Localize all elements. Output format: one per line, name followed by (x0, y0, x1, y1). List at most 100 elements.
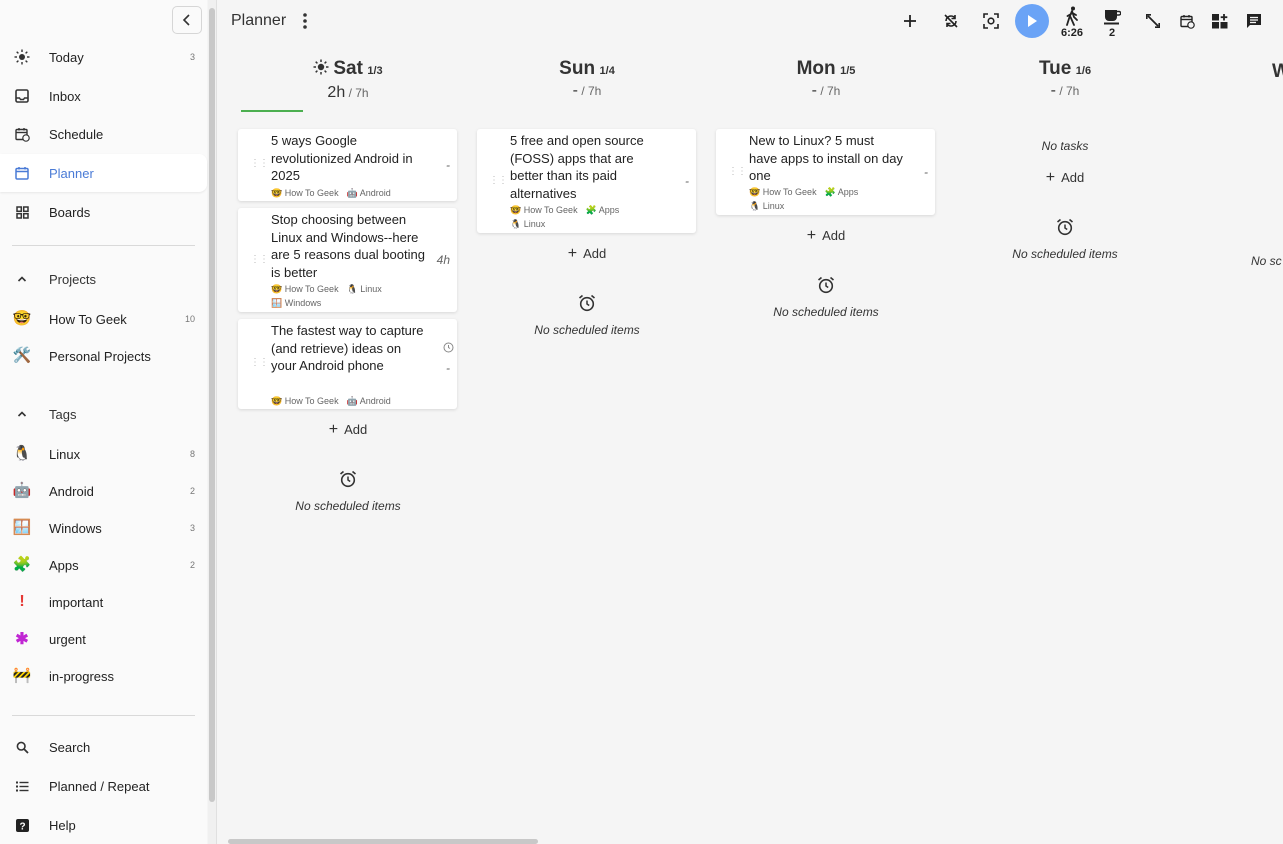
penguin-icon: 🐧 (12, 445, 32, 462)
nav-boards[interactable]: Boards (0, 193, 207, 231)
tag-label: urgent (49, 631, 86, 647)
drag-handle-icon[interactable]: ⋮⋮ (728, 166, 747, 177)
time-total: / 7h (820, 84, 841, 98)
sidebar: Today 3 Inbox Schedule Planner Boards Pr… (0, 0, 207, 844)
task-tags: 🤓 How To Geek 🧩 Apps 🐧 Linux (749, 185, 889, 213)
task-estimate: - (685, 174, 689, 188)
time-done: 2h (327, 84, 346, 101)
schedule-view-button[interactable] (1174, 8, 1200, 34)
calendar-clock-icon (1179, 14, 1195, 29)
focus-mode-button[interactable] (978, 8, 1004, 34)
scrollbar-thumb[interactable] (228, 839, 538, 844)
scrollbar-thumb[interactable] (209, 8, 215, 802)
tag-urgent[interactable]: ✱ urgent (0, 620, 207, 658)
tag-chip: 🧩 Apps (585, 205, 620, 215)
task-card[interactable]: ⋮⋮ 5 free and open source (FOSS) apps th… (477, 129, 696, 233)
tag-apps[interactable]: 🧩 Apps 2 (0, 546, 207, 584)
add-task-button[interactable] (897, 8, 923, 34)
no-tasks-text: No tasks (1041, 139, 1089, 153)
tag-label: Android (49, 483, 94, 499)
task-card[interactable]: ⋮⋮ 5 ways Google revolutionized Android … (238, 129, 457, 201)
sun-icon (14, 49, 30, 65)
tag-label: Apps (49, 557, 79, 573)
tag-chip: 🤓 How To Geek (271, 284, 339, 294)
no-scheduled-text: No scheduled items (295, 499, 401, 513)
focus-icon (983, 13, 999, 29)
project-how-to-geek[interactable]: 🤓 How To Geek 10 (0, 300, 207, 338)
task-estimate: 4h (436, 253, 450, 267)
add-task-button[interactable]: + Add (955, 169, 1175, 187)
nav-search[interactable]: Search (0, 728, 207, 766)
tools-icon: 🛠️ (12, 347, 32, 364)
time-done: - (572, 82, 578, 99)
day-header: Sat 1/3 2h / 7h (238, 58, 458, 118)
take-a-walk-button[interactable] (1059, 4, 1085, 28)
tag-chip: 🐧 Linux (346, 284, 382, 294)
break-count: 2 (1108, 27, 1116, 39)
tag-windows[interactable]: 🪟 Windows 3 (0, 509, 207, 547)
tags-heading: Tags (49, 406, 77, 422)
reminder-clock-icon[interactable] (443, 342, 454, 353)
time-total: / 7h (1059, 84, 1080, 98)
add-label: Add (822, 228, 846, 243)
no-scheduled-text: No scheduled items (534, 323, 640, 337)
tag-count: 2 (189, 560, 195, 570)
drag-handle-icon[interactable]: ⋮⋮ (250, 254, 269, 265)
collapse-sidebar-button[interactable] (172, 6, 202, 34)
drag-handle-icon[interactable]: ⋮⋮ (250, 158, 269, 169)
add-task-button[interactable]: + Add (716, 227, 936, 245)
task-card[interactable]: ⋮⋮ Stop choosing between Linux and Windo… (238, 208, 457, 312)
nav-help[interactable]: ? Help (0, 806, 207, 844)
notes-button[interactable] (1241, 8, 1267, 34)
project-count: 10 (184, 314, 195, 324)
projects-section-toggle[interactable]: Projects (0, 264, 207, 294)
chevron-up-icon (14, 406, 30, 422)
nav-planner[interactable]: Planner (0, 154, 207, 192)
tag-label: in-progress (49, 668, 115, 684)
plus-icon: + (567, 245, 578, 262)
nav-inbox[interactable]: Inbox (0, 77, 207, 115)
tag-chip: 🤓 How To Geek (510, 205, 578, 215)
tag-in-progress[interactable]: 🚧 in-progress (0, 657, 207, 695)
project-personal-projects[interactable]: 🛠️ Personal Projects (0, 337, 207, 375)
day-name: W (1272, 61, 1283, 82)
add-task-button[interactable]: + Add (477, 245, 697, 263)
add-label: Add (583, 246, 607, 261)
add-task-button[interactable]: + Add (238, 421, 458, 439)
task-title: The fastest way to capture (and retrieve… (271, 323, 424, 374)
project-label: How To Geek (49, 311, 127, 327)
tag-android[interactable]: 🤖 Android 2 (0, 472, 207, 510)
puzzle-icon: 🧩 (12, 556, 32, 573)
expand-diagonal-icon (1146, 14, 1160, 28)
drag-handle-icon[interactable]: ⋮⋮ (250, 357, 269, 368)
nav-schedule[interactable]: Schedule (0, 115, 207, 153)
more-options-button[interactable] (292, 8, 318, 34)
scheduled-items: No scheduled items (238, 470, 458, 513)
task-card[interactable]: ⋮⋮ New to Linux? 5 must have apps to ins… (716, 129, 935, 215)
tag-chip: 🤓 How To Geek (271, 396, 339, 406)
svg-text:?: ? (19, 821, 25, 832)
break-button[interactable] (1099, 4, 1125, 28)
day-date: 1/5 (840, 65, 856, 77)
drag-handle-icon[interactable]: ⋮⋮ (489, 175, 508, 186)
sync-button[interactable] (938, 8, 964, 34)
task-title: 5 free and open source (FOSS) apps that … (510, 133, 644, 202)
tag-linux[interactable]: 🐧 Linux 8 (0, 435, 207, 473)
dashboard-button[interactable] (1207, 8, 1233, 34)
tag-label: Windows (49, 520, 102, 536)
tags-section-toggle[interactable]: Tags (0, 399, 207, 429)
nav-today[interactable]: Today 3 (0, 38, 207, 76)
nerd-face-icon: 🤓 (12, 310, 32, 327)
tag-important[interactable]: ! important (0, 583, 207, 621)
nav-planned-repeat[interactable]: Planned / Repeat (0, 767, 207, 805)
play-button[interactable] (1015, 4, 1049, 38)
tag-label: Linux (49, 446, 81, 462)
expand-button[interactable] (1140, 8, 1166, 34)
more-vertical-icon (303, 13, 307, 29)
nav-count: 3 (189, 52, 195, 62)
task-card[interactable]: ⋮⋮ The fastest way to capture (and retri… (238, 319, 457, 409)
no-scheduled-text: No scheduled items (1012, 247, 1118, 261)
window-icon: 🪟 (12, 519, 32, 536)
horizontal-scrollbar[interactable] (217, 836, 1283, 844)
list-icon (14, 778, 30, 794)
